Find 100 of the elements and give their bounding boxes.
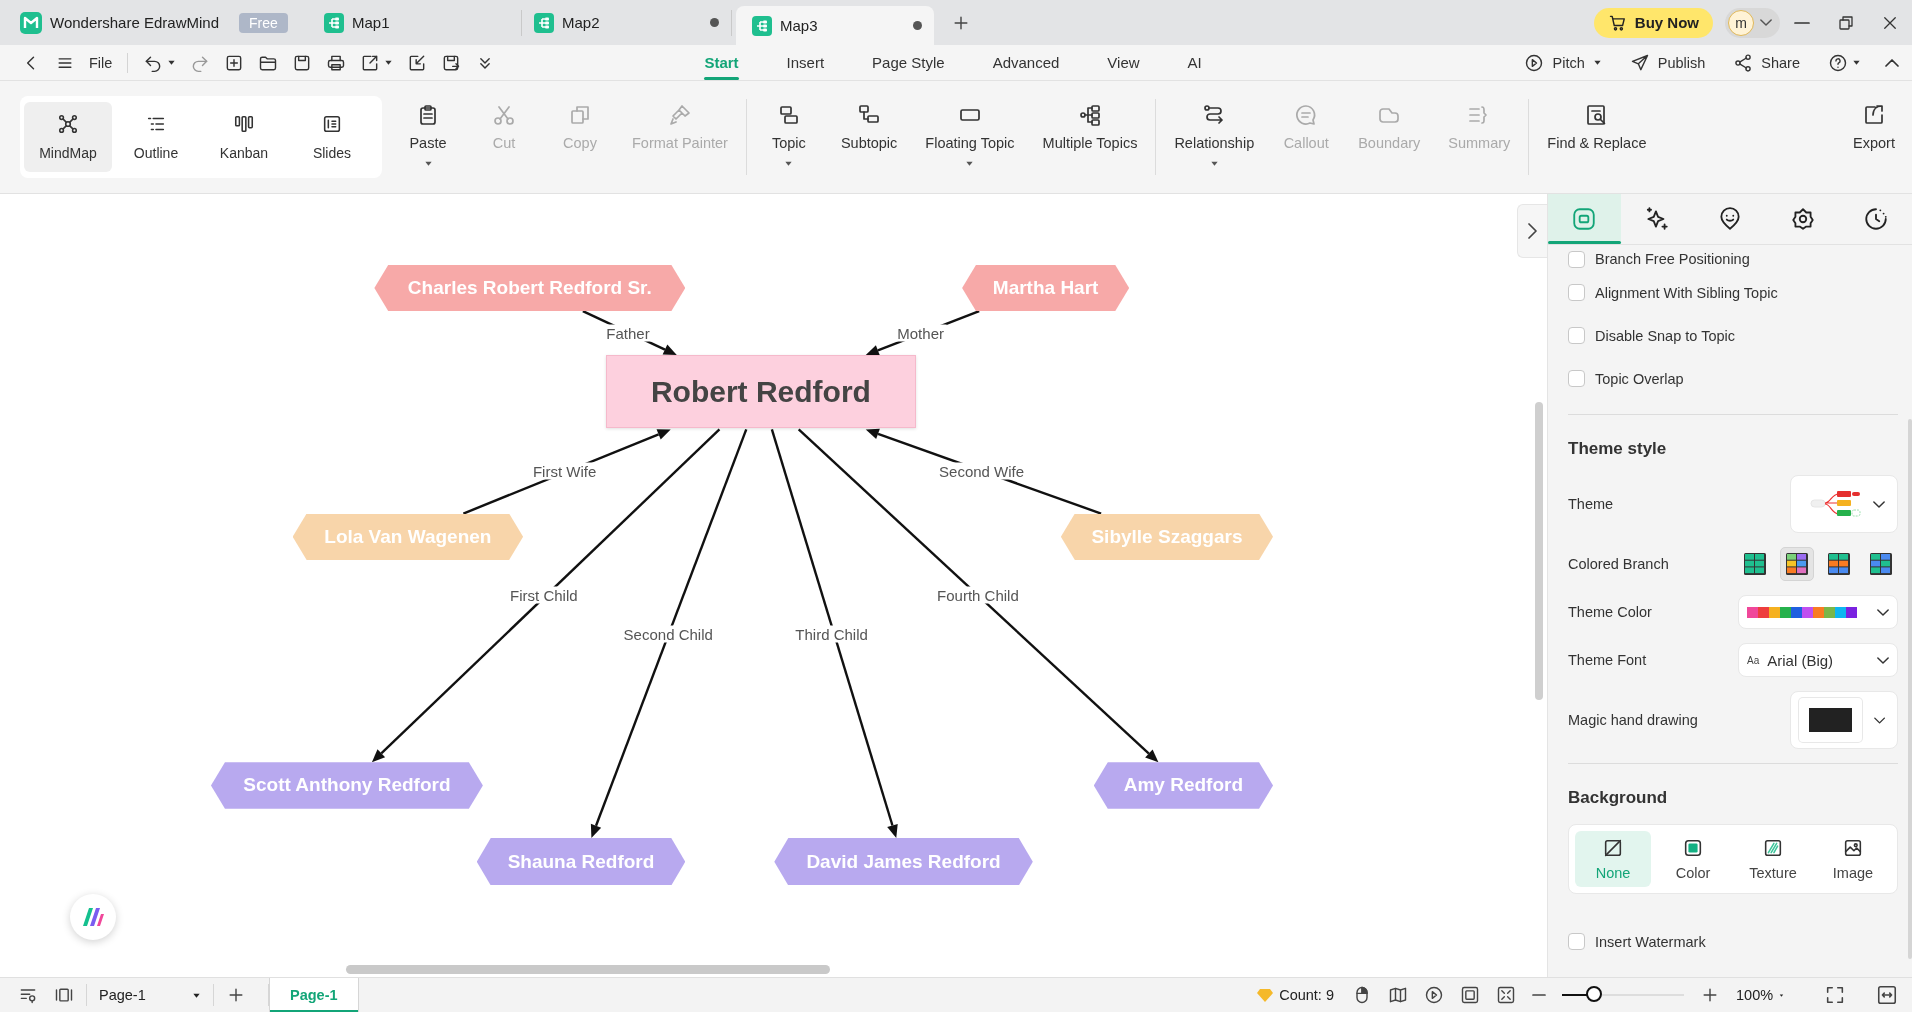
smiley-pin-icon <box>1717 206 1743 232</box>
chevron-down-icon <box>1877 608 1889 616</box>
theme-color-dropdown[interactable] <box>1738 595 1898 629</box>
expand-panel-button[interactable] <box>1517 204 1547 258</box>
color-grid-icon <box>1743 552 1767 576</box>
filled-square-icon <box>1682 837 1704 859</box>
topic-count: Count: 9 <box>1279 987 1334 1003</box>
checkbox[interactable] <box>1568 250 1585 268</box>
brush-icon <box>667 103 692 127</box>
theme-font-dropdown[interactable]: Aa Arial (Big) <box>1738 643 1898 677</box>
slides-icon <box>321 113 343 135</box>
mindmap-icon <box>57 113 79 135</box>
ribbon-button[interactable]: Multiple Topics <box>1028 91 1152 183</box>
zoom-slider-thumb[interactable] <box>1585 986 1602 1002</box>
copy-icon <box>568 103 592 127</box>
help-icon <box>1828 52 1848 73</box>
view-mode-tab[interactable]: Outline <box>112 102 200 172</box>
checkbox[interactable] <box>1568 327 1585 344</box>
plan-badge: Free <box>239 12 288 33</box>
menu-tab[interactable]: Advanced <box>968 45 1084 80</box>
scissors-icon <box>492 103 516 127</box>
clock-icon <box>1862 206 1889 232</box>
kanban-icon <box>233 113 255 135</box>
font-sample: Aa <box>1747 654 1760 666</box>
field-label: Theme <box>1568 496 1614 512</box>
minimize-icon <box>1794 21 1810 24</box>
mind-map-file-icon <box>534 12 554 33</box>
document-tab[interactable]: Map1 <box>324 9 522 36</box>
toolbar-action[interactable]: Publish <box>1622 47 1713 78</box>
badge-icon <box>1789 206 1816 232</box>
checkbox-label: Alignment With Sibling Topic <box>1595 284 1778 301</box>
checkbox-label: Disable Snap to Topic <box>1595 327 1735 344</box>
image-icon <box>1842 837 1864 859</box>
ribbon-button[interactable]: Floating Topic <box>911 91 1029 183</box>
file-menu[interactable]: File <box>82 47 120 78</box>
multiple-topics-icon <box>1077 103 1102 127</box>
app-name: Wondershare EdrawMind <box>50 14 219 31</box>
play-icon <box>1424 985 1444 1005</box>
ribbon-button[interactable]: Subtopic <box>826 91 912 183</box>
branch-style-option[interactable] <box>1780 547 1814 581</box>
page-select[interactable]: Page-1 <box>91 980 209 1010</box>
menu-tab[interactable]: View <box>1083 45 1164 80</box>
slash-square-icon <box>1602 837 1624 859</box>
zoom-level-select[interactable]: 100% <box>1728 980 1792 1010</box>
fit-page-icon <box>1460 985 1480 1005</box>
fullscreen-icon <box>1824 984 1846 1006</box>
field-label: Theme Color <box>1568 604 1652 620</box>
play-circle-icon <box>1524 52 1545 73</box>
menu-tab[interactable]: Insert <box>762 45 849 80</box>
ribbon-button[interactable]: Relationship <box>1160 91 1269 183</box>
background-option[interactable]: Texture <box>1735 831 1811 887</box>
view-mode-tab[interactable]: MindMap <box>24 102 112 172</box>
export-button[interactable]: Export <box>1836 91 1912 183</box>
checkbox[interactable] <box>1568 933 1585 950</box>
chevron-down-icon <box>1760 19 1772 26</box>
ribbon-button[interactable]: Find & Replace <box>1533 91 1661 183</box>
color-grid-icon <box>1827 552 1851 576</box>
fit-width-icon <box>1876 984 1898 1006</box>
central-topic[interactable]: Robert Redford <box>606 355 916 429</box>
caret-icon <box>167 58 177 67</box>
chevron-right-icon <box>1528 223 1537 239</box>
view-mode-tab[interactable]: Slides <box>288 102 376 172</box>
horizontal-scrollbar[interactable] <box>346 965 830 974</box>
send-icon <box>1629 52 1650 73</box>
ai-assistant-button[interactable] <box>70 894 116 940</box>
buy-now-button[interactable]: Buy Now <box>1593 7 1713 38</box>
field-label: Theme Font <box>1568 652 1647 668</box>
color-grid-icon <box>1785 552 1809 576</box>
theme-dropdown[interactable] <box>1790 475 1898 533</box>
section-title: Theme style <box>1568 439 1668 459</box>
chevron-up-icon <box>1885 58 1899 67</box>
chevron-down-icon <box>1873 716 1885 724</box>
account-button[interactable]: m <box>1725 7 1780 38</box>
hatched-square-icon <box>1762 837 1784 859</box>
map-icon <box>1388 985 1408 1005</box>
toolbar-action[interactable]: Share <box>1726 47 1807 78</box>
menu-tab[interactable]: AI <box>1163 45 1226 80</box>
page-view-icon <box>54 985 74 1005</box>
menu-tab[interactable]: Page Style <box>848 45 969 80</box>
background-option[interactable]: Image <box>1815 831 1891 887</box>
chevron-down-icon <box>1873 500 1885 508</box>
toolbar-action[interactable]: Pitch <box>1517 47 1609 78</box>
expand-icon <box>1496 985 1516 1005</box>
relation-label: Mother <box>894 324 947 342</box>
field-label: Magic hand drawing <box>1568 712 1698 728</box>
checkbox[interactable] <box>1568 284 1585 301</box>
pen-color-dropdown[interactable] <box>1790 691 1898 749</box>
checkbox[interactable] <box>1568 370 1585 387</box>
vertical-scrollbar[interactable] <box>1535 402 1543 700</box>
document-tab[interactable]: Map3 <box>736 6 934 45</box>
checkbox-label: Topic Overlap <box>1595 370 1684 387</box>
color-grid-icon <box>1869 552 1893 576</box>
view-mode-tab[interactable]: Kanban <box>200 102 288 172</box>
document-tab[interactable]: Map2 <box>534 9 732 36</box>
ribbon-button[interactable]: Paste <box>390 91 466 183</box>
mind-map-file-icon <box>752 15 772 36</box>
ribbon-button[interactable]: Topic <box>750 91 827 183</box>
background-option[interactable]: Color <box>1655 831 1731 887</box>
style-icon <box>1571 206 1598 232</box>
checkbox-label: Insert Watermark <box>1595 933 1706 950</box>
